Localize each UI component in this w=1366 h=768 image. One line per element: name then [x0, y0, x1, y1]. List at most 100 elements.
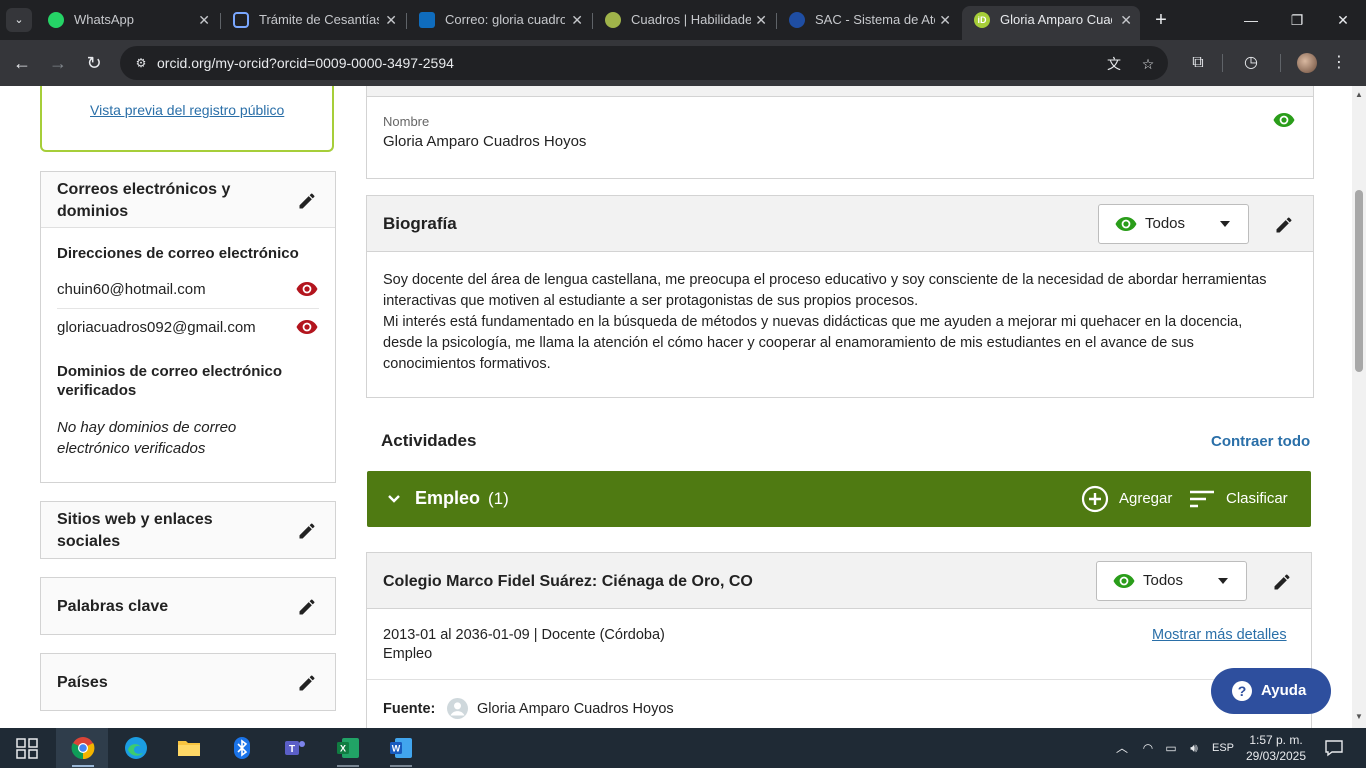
add-employment-button[interactable]: Agregar — [1081, 485, 1177, 513]
scroll-down-arrow-icon[interactable]: ▼ — [1352, 712, 1366, 722]
svg-text:T: T — [289, 744, 295, 755]
employment-section-header: Empleo (1) Agregar Clasificar — [367, 471, 1311, 527]
close-tab-icon[interactable]: ✕ — [1120, 6, 1132, 34]
svg-text:W: W — [392, 744, 401, 754]
chevron-down-icon[interactable] — [387, 492, 401, 506]
public-preview-link[interactable]: Vista previa del registro público — [90, 102, 284, 118]
teams-icon[interactable]: T — [283, 736, 307, 760]
edit-pencil-icon[interactable] — [297, 597, 317, 617]
more-menu-icon[interactable]: ⋮ — [1328, 52, 1350, 74]
close-tab-icon[interactable]: ✕ — [385, 6, 397, 34]
url-text[interactable]: orcid.org/my-orcid?orcid=0009-0000-3497-… — [157, 46, 454, 80]
wifi-icon[interactable]: ◠ — [1140, 740, 1156, 756]
emails-domains-card: Correos electrónicos y dominios Direccio… — [40, 171, 336, 483]
extensions-icon[interactable]: ⧉ — [1187, 52, 1209, 74]
restore-button[interactable]: ❐ — [1274, 0, 1320, 40]
system-clock[interactable]: 1:57 p. m. 29/03/2025 — [1244, 732, 1308, 764]
edit-pencil-icon[interactable] — [1274, 215, 1294, 235]
word-icon[interactable]: W — [389, 736, 413, 760]
language-indicator[interactable]: ESP — [1210, 740, 1236, 756]
site-favicon-icon — [605, 12, 621, 28]
close-tab-icon[interactable]: ✕ — [755, 6, 767, 34]
help-button[interactable]: ? Ayuda — [1211, 668, 1331, 714]
edge-icon[interactable] — [124, 736, 148, 760]
collapse-all-link[interactable]: Contraer todo — [1211, 433, 1310, 450]
name-label: Nombre — [383, 114, 430, 129]
visibility-label: Todos — [1143, 572, 1184, 589]
tab-sac[interactable]: SAC - Sistema de Atención ✕ — [777, 6, 959, 40]
source-value: Gloria Amparo Cuadros Hoyos — [477, 701, 674, 717]
biography-title: Biografía — [383, 214, 457, 233]
translate-icon[interactable]: 文 — [1104, 54, 1124, 74]
clock-date: 29/03/2025 — [1245, 749, 1307, 763]
reload-icon[interactable]: ↻ — [82, 51, 106, 75]
close-tab-icon[interactable]: ✕ — [571, 6, 583, 34]
edit-pencil-icon[interactable] — [297, 673, 317, 693]
svg-text:X: X — [340, 744, 346, 754]
edit-pencil-icon[interactable] — [1272, 572, 1292, 592]
bluetooth-icon[interactable] — [230, 736, 254, 760]
toolbar-separator — [1280, 54, 1281, 72]
sort-label: Clasificar — [1226, 490, 1288, 507]
scrollbar-thumb[interactable] — [1355, 190, 1363, 372]
browser-tab-bar: ⌄ WhatsApp ✕ Trámite de Cesantías ✕ Corr… — [0, 0, 1366, 40]
back-arrow-icon[interactable]: ← — [10, 51, 34, 75]
forward-arrow-icon[interactable]: → — [46, 51, 70, 75]
tab-cuadros[interactable]: Cuadros | Habilidades ✕ — [593, 6, 775, 40]
open-app-indicator — [390, 765, 412, 767]
caret-down-icon — [1220, 221, 1230, 227]
site-info-icon[interactable]: ⚙ — [132, 54, 150, 72]
tab-title: SAC - Sistema de Atención — [815, 12, 935, 27]
employment-type: Empleo — [383, 646, 433, 662]
edit-pencil-icon[interactable] — [297, 521, 317, 541]
email-addresses-heading: Direcciones de correo electrónico — [57, 245, 299, 262]
websites-section-title: Sitios web y enlaces sociales — [57, 511, 213, 550]
bookmark-star-icon[interactable]: ☆ — [1138, 54, 1158, 74]
visibility-eye-icon[interactable] — [296, 282, 318, 296]
edit-pencil-icon[interactable] — [297, 191, 317, 211]
close-window-button[interactable]: ✕ — [1320, 0, 1366, 40]
visibility-dropdown[interactable]: Todos — [1098, 204, 1249, 244]
task-view-icon[interactable] — [15, 736, 39, 760]
sort-employment-button[interactable]: Clasificar — [1189, 485, 1305, 513]
browser-toolbar: ← → ↻ ⚙ orcid.org/my-orcid?orcid=0009-00… — [0, 40, 1366, 86]
tab-search-button[interactable]: ⌄ — [6, 8, 32, 32]
name-card: Nombre Gloria Amparo Cuadros Hoyos — [366, 86, 1314, 179]
keywords-card: Palabras clave — [40, 577, 336, 635]
profile-avatar[interactable] — [1297, 53, 1317, 73]
show-more-details-link[interactable]: Mostrar más detalles — [1152, 627, 1287, 643]
history-icon[interactable]: ◷ — [1240, 52, 1262, 74]
minimize-button[interactable]: — — [1228, 0, 1274, 40]
tray-chevron-up-icon[interactable]: ︿ — [1114, 740, 1130, 756]
tab-title: Trámite de Cesantías — [259, 12, 379, 27]
tab-correo[interactable]: Correo: gloria cuadros ✕ — [407, 6, 591, 40]
notifications-icon[interactable] — [1324, 738, 1344, 758]
visibility-eye-icon[interactable] — [1273, 113, 1295, 127]
page-scrollbar[interactable] — [1352, 86, 1366, 728]
tab-orcid-active[interactable]: iD Gloria Amparo Cuadros ✕ — [962, 6, 1140, 40]
excel-icon[interactable]: X — [336, 736, 360, 760]
visibility-eye-icon — [1113, 574, 1135, 588]
battery-icon[interactable]: ▭ — [1163, 740, 1179, 756]
visibility-eye-icon[interactable] — [296, 320, 318, 334]
add-circle-icon — [1081, 485, 1109, 513]
address-bar[interactable]: ⚙ orcid.org/my-orcid?orcid=0009-0000-349… — [120, 46, 1168, 80]
file-explorer-icon[interactable] — [177, 736, 201, 760]
activities-title: Actividades — [381, 431, 477, 450]
visibility-eye-icon — [1115, 217, 1137, 231]
biography-line: interactivas que motiven al estudiante a… — [383, 293, 919, 309]
scroll-up-arrow-icon[interactable]: ▲ — [1352, 90, 1366, 100]
close-tab-icon[interactable]: ✕ — [939, 6, 951, 34]
new-tab-button[interactable]: + — [1150, 8, 1172, 32]
biography-line: Soy docente del área de lengua castellan… — [383, 272, 1267, 288]
volume-icon[interactable]: 🔊︎ — [1186, 740, 1202, 756]
chrome-icon[interactable] — [71, 736, 95, 760]
name-value: Gloria Amparo Cuadros Hoyos — [383, 133, 587, 150]
close-tab-icon[interactable]: ✕ — [198, 6, 210, 34]
tab-whatsapp[interactable]: WhatsApp ✕ — [36, 6, 218, 40]
visibility-dropdown[interactable]: Todos — [1096, 561, 1247, 601]
tab-cesantias[interactable]: Trámite de Cesantías ✕ — [221, 6, 405, 40]
divider — [57, 308, 319, 309]
tab-title: Correo: gloria cuadros — [445, 12, 565, 27]
emails-section-title: Correos electrónicos y dominios — [57, 181, 231, 220]
